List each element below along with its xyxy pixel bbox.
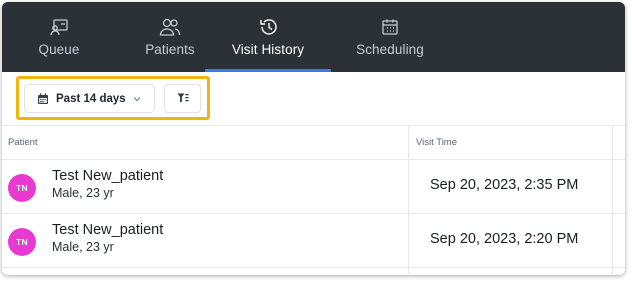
avatar: TN bbox=[8, 174, 36, 202]
patient-name: Test New_patient bbox=[52, 222, 164, 238]
filter-icon bbox=[177, 90, 189, 108]
calendar-icon bbox=[37, 93, 49, 105]
column-header-patient[interactable]: Patient bbox=[8, 126, 38, 160]
patient-details: Male, 23 yr bbox=[52, 240, 114, 254]
visit-time: Sep 20, 2023, 2:20 PM bbox=[430, 231, 579, 247]
visit-history-panel: Queue Patients Visit History Scheduling … bbox=[2, 2, 625, 275]
tab-label: Scheduling bbox=[356, 42, 424, 57]
history-icon bbox=[258, 17, 278, 37]
filter-button[interactable] bbox=[164, 84, 201, 113]
tab-scheduling[interactable]: Scheduling bbox=[328, 2, 452, 72]
calendar-icon bbox=[381, 17, 399, 37]
date-range-label: Past 14 days bbox=[56, 92, 126, 105]
visit-table: Patient Visit Time TN Test New_patient M… bbox=[2, 125, 625, 275]
table-row[interactable]: TN Test New_patient Male, 23 yr Sep 20, … bbox=[2, 160, 625, 214]
tab-label: Queue bbox=[38, 42, 80, 57]
patient-details: Male, 23 yr bbox=[52, 186, 114, 200]
table-header: Patient Visit Time bbox=[2, 125, 625, 160]
patient-name: Test New_patient bbox=[52, 168, 164, 184]
queue-icon bbox=[49, 17, 69, 37]
tab-label: Visit History bbox=[231, 42, 305, 57]
patients-icon bbox=[159, 17, 181, 37]
chevron-down-icon bbox=[132, 94, 142, 104]
column-header-visit-time[interactable]: Visit Time bbox=[416, 126, 457, 160]
tab-label: Patients bbox=[145, 42, 195, 57]
filter-bar: Past 14 days bbox=[2, 72, 625, 125]
tab-visit-history[interactable]: Visit History bbox=[205, 2, 331, 72]
tab-queue[interactable]: Queue bbox=[2, 2, 120, 72]
table-row[interactable]: TN Test New_patient Male, 23 yr Sep 20, … bbox=[2, 214, 625, 268]
top-nav: Queue Patients Visit History Scheduling bbox=[2, 2, 625, 72]
date-range-dropdown[interactable]: Past 14 days bbox=[24, 84, 155, 113]
avatar: TN bbox=[8, 228, 36, 256]
visit-time: Sep 20, 2023, 2:35 PM bbox=[430, 177, 579, 193]
